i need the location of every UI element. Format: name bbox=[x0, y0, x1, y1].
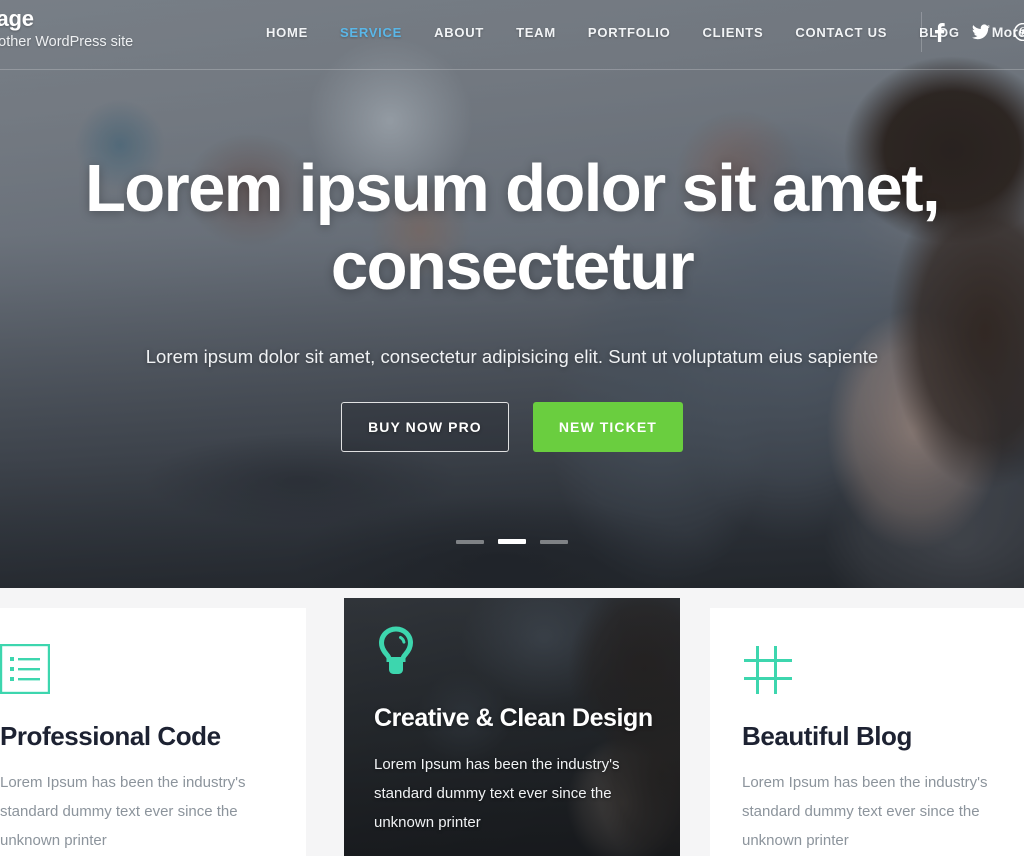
hero-title: Lorem ipsum dolor sit amet, consectetur bbox=[84, 151, 941, 304]
feature-card-title: Creative & Clean Design bbox=[374, 704, 653, 732]
slider-pagination bbox=[0, 539, 1024, 544]
site-branding[interactable]: Page another WordPress site bbox=[0, 6, 242, 52]
slider-dot-1[interactable] bbox=[456, 539, 484, 544]
site-title: Page bbox=[0, 6, 34, 31]
buy-now-pro-button[interactable]: BUY NOW PRO bbox=[341, 402, 509, 452]
feature-card-text: Lorem Ipsum has been the industry's stan… bbox=[0, 774, 246, 849]
site-tagline: another WordPress site bbox=[0, 34, 134, 50]
hero-subtitle: Lorem ipsum dolor sit amet, consectetur … bbox=[145, 346, 879, 367]
header-bottom-rule bbox=[0, 69, 1024, 70]
primary-navigation: HOME SERVICE ABOUT TEAM PORTFOLIO CLIENT… bbox=[250, 24, 1024, 40]
features-section: Professional Code Lorem Ipsum has been t… bbox=[0, 588, 1024, 856]
hero-content: Lorem ipsum dolor sit amet, consectetur … bbox=[0, 150, 1024, 452]
social-links bbox=[930, 22, 1024, 42]
feature-card-beautiful-blog[interactable]: Beautiful Blog Lorem Ipsum has been the … bbox=[710, 608, 1024, 856]
nav-item-service[interactable]: SERVICE bbox=[324, 25, 418, 40]
nav-item-about[interactable]: ABOUT bbox=[418, 25, 500, 40]
list-icon bbox=[0, 644, 306, 694]
pinterest-icon[interactable] bbox=[1014, 22, 1024, 42]
feature-card-professional-code[interactable]: Professional Code Lorem Ipsum has been t… bbox=[0, 608, 306, 856]
page-root: Lorem ipsum dolor sit amet, consectetur … bbox=[0, 0, 1024, 856]
nav-item-clients[interactable]: CLIENTS bbox=[687, 25, 780, 40]
new-ticket-button[interactable]: NEW TICKET bbox=[532, 402, 683, 452]
feature-card-title: Beautiful Blog bbox=[742, 721, 912, 751]
nav-item-contact-us[interactable]: CONTACT US bbox=[779, 25, 903, 40]
lightbulb-icon bbox=[374, 626, 680, 676]
facebook-icon[interactable] bbox=[930, 22, 948, 42]
feature-card-title: Professional Code bbox=[0, 721, 221, 751]
feature-card-text: Lorem Ipsum has been the industry's stan… bbox=[374, 756, 620, 831]
hero-cta-group: BUY NOW PRO NEW TICKET bbox=[0, 402, 1024, 452]
site-header: Page another WordPress site HOME SERVICE… bbox=[0, 0, 1024, 69]
slider-dot-2[interactable] bbox=[498, 539, 526, 544]
twitter-icon[interactable] bbox=[972, 22, 990, 42]
hero-slider: Lorem ipsum dolor sit amet, consectetur … bbox=[0, 0, 1024, 588]
nav-item-team[interactable]: TEAM bbox=[500, 25, 572, 40]
hash-grid-icon bbox=[742, 644, 1024, 694]
nav-item-portfolio[interactable]: PORTFOLIO bbox=[572, 25, 687, 40]
slider-dot-3[interactable] bbox=[540, 539, 568, 544]
feature-card-text: Lorem Ipsum has been the industry's stan… bbox=[742, 774, 988, 849]
header-divider bbox=[921, 12, 922, 52]
feature-card-creative-clean-design[interactable]: Creative & Clean Design Lorem Ipsum has … bbox=[344, 598, 680, 856]
nav-item-home[interactable]: HOME bbox=[250, 25, 324, 40]
